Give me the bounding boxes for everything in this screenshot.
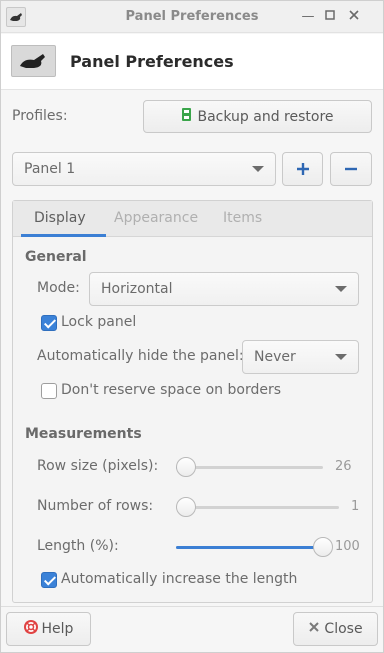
close-icon (308, 621, 320, 637)
close-label: Close (324, 621, 363, 637)
chevron-down-icon (335, 354, 347, 360)
autohide-label: Automatically hide the panel: (37, 348, 244, 364)
length-slider[interactable] (176, 537, 333, 557)
tab-items[interactable]: Items (223, 210, 262, 226)
tab-appearance[interactable]: Appearance (114, 210, 198, 226)
close-window-icon[interactable] (346, 9, 362, 25)
row-size-value: 26 (335, 459, 352, 474)
reserve-space-label: Don't reserve space on borders (61, 382, 282, 398)
length-slider-knob[interactable] (313, 537, 333, 557)
preferences-notebook: Display Appearance Items General Mode: H… (12, 200, 373, 603)
row-size-slider-knob[interactable] (176, 457, 196, 477)
measurements-section-title: Measurements (25, 426, 142, 442)
mode-select[interactable]: Horizontal (89, 272, 359, 306)
mode-select-value: Horizontal (101, 281, 173, 297)
reserve-space-checkbox[interactable] (41, 383, 57, 399)
general-section-title: General (25, 249, 87, 265)
lock-panel-label: Lock panel (61, 314, 137, 330)
minus-icon (345, 167, 357, 171)
length-label: Length (%): (37, 538, 119, 554)
dialog-header: Panel Preferences (1, 34, 383, 90)
rows-label: Number of rows: (37, 498, 154, 514)
close-button[interactable]: Close (293, 612, 378, 646)
maximize-icon[interactable] (322, 9, 338, 25)
rows-value: 1 (351, 499, 360, 514)
auto-length-label: Automatically increase the length (61, 571, 298, 587)
panel-select-value: Panel 1 (24, 161, 76, 177)
tab-bar: Display Appearance Items (13, 201, 372, 237)
remove-panel-button[interactable] (330, 152, 372, 186)
autohide-select-value: Never (254, 349, 296, 365)
autohide-select[interactable]: Never (242, 340, 359, 374)
plus-icon (296, 163, 309, 175)
row-size-label: Row size (pixels): (37, 458, 159, 474)
footer-divider (1, 606, 383, 607)
row-size-slider[interactable] (176, 457, 323, 477)
profiles-label: Profiles: (12, 108, 68, 124)
length-slider-fill (176, 546, 323, 549)
panel-icon (11, 45, 56, 77)
rows-slider-knob[interactable] (176, 497, 196, 517)
title-bar: Panel Preferences — (1, 1, 383, 33)
tab-display[interactable]: Display (34, 210, 86, 226)
mode-label: Mode: (37, 280, 80, 296)
backup-restore-label: Backup and restore (197, 108, 334, 125)
chevron-down-icon (335, 286, 347, 292)
lock-panel-checkbox[interactable] (41, 315, 57, 331)
backup-restore-button[interactable]: Backup and restore (143, 100, 372, 133)
active-tab-indicator (21, 234, 106, 237)
chevron-down-icon (252, 166, 264, 172)
help-icon (23, 620, 38, 638)
auto-length-checkbox[interactable] (41, 572, 57, 588)
backup-icon (181, 107, 192, 126)
rows-slider[interactable] (176, 497, 339, 517)
length-value: 100 (335, 539, 360, 554)
help-button[interactable]: Help (6, 612, 91, 646)
panel-select[interactable]: Panel 1 (12, 152, 276, 186)
minimize-icon[interactable]: — (300, 9, 316, 25)
add-panel-button[interactable] (282, 152, 323, 186)
header-title: Panel Preferences (70, 52, 234, 71)
panel-preferences-window: Panel Preferences — Panel Preferences Pr… (0, 0, 384, 653)
help-label: Help (41, 621, 74, 637)
